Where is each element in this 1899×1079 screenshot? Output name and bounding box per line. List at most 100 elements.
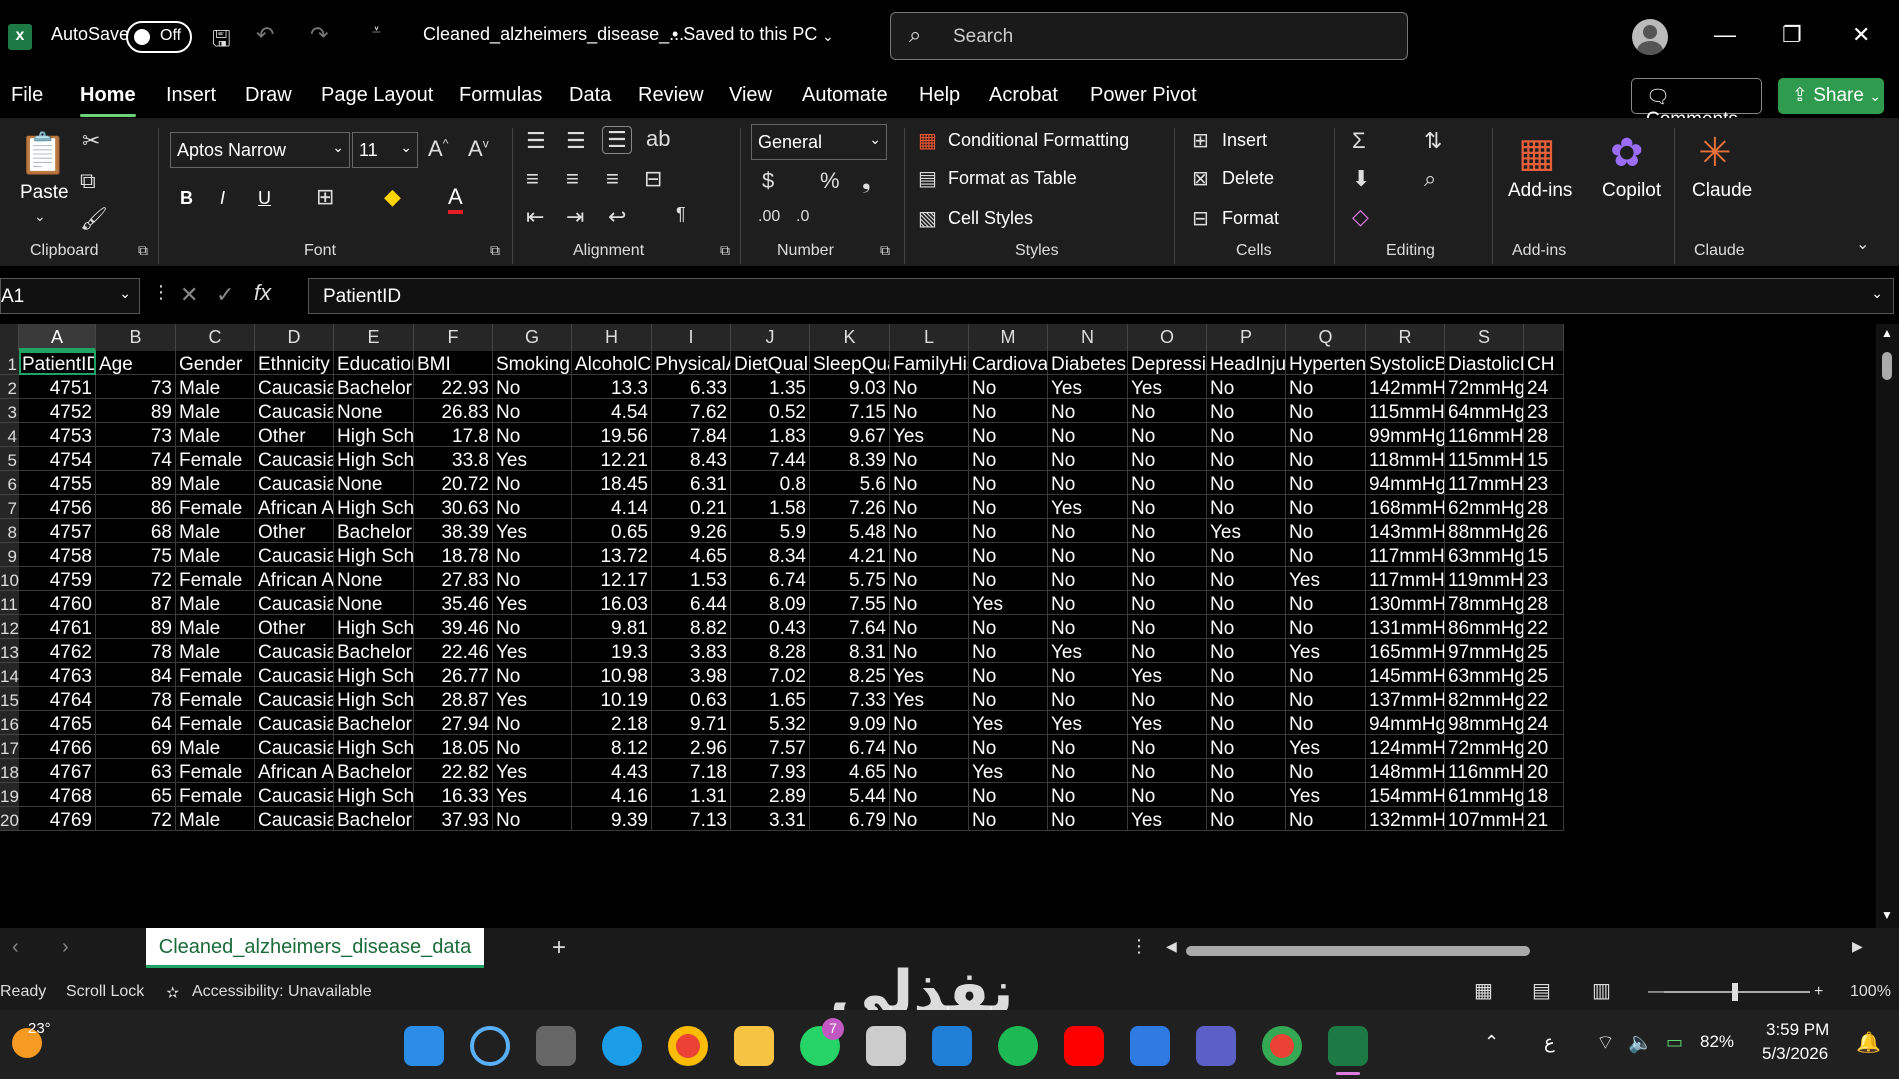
table-cell[interactable]: African Am (255, 495, 334, 519)
table-cell[interactable]: Other (255, 615, 334, 639)
table-cell[interactable]: Yes (1207, 519, 1286, 543)
table-cell[interactable]: No (890, 783, 969, 807)
tab-help[interactable]: Help (919, 84, 960, 107)
table-cell[interactable]: 4758 (19, 543, 96, 567)
table-cell[interactable]: 7.64 (810, 615, 890, 639)
dialog-launcher-icon[interactable]: ⧉ (138, 242, 148, 259)
column-header[interactable]: I (652, 324, 731, 351)
row-header[interactable]: 4 (0, 423, 19, 447)
table-cell[interactable]: No (493, 711, 572, 735)
table-cell[interactable]: No (1286, 687, 1366, 711)
table-cell[interactable]: No (1207, 783, 1286, 807)
table-cell[interactable]: 4753 (19, 423, 96, 447)
header-cell[interactable]: Smoking (493, 351, 572, 375)
table-cell[interactable]: No (969, 495, 1048, 519)
table-cell[interactable]: 27.83 (414, 567, 493, 591)
accessibility-status[interactable]: Accessibility: Unavailable (192, 983, 372, 1001)
scroll-right-icon[interactable]: ▶ (1852, 938, 1863, 955)
table-cell[interactable]: 1.31 (652, 783, 731, 807)
table-cell[interactable]: 6.74 (810, 735, 890, 759)
align-right-icon[interactable]: ≡ (606, 166, 619, 192)
table-cell[interactable]: 154mmHg (1366, 783, 1445, 807)
table-cell[interactable]: 64 (96, 711, 176, 735)
table-cell[interactable]: 145mmHg (1366, 663, 1445, 687)
table-cell[interactable]: 116mmHg (1445, 423, 1524, 447)
table-cell[interactable]: 5.6 (810, 471, 890, 495)
table-cell[interactable]: No (890, 615, 969, 639)
table-cell[interactable]: Male (176, 399, 255, 423)
table-cell[interactable]: No (890, 735, 969, 759)
table-cell[interactable]: 8.43 (652, 447, 731, 471)
table-cell[interactable]: 142mmHg (1366, 375, 1445, 399)
table-cell[interactable]: Caucasian (255, 447, 334, 471)
table-cell[interactable]: 0.63 (652, 687, 731, 711)
table-cell[interactable]: No (1048, 567, 1128, 591)
table-cell[interactable]: 130mmHg (1366, 591, 1445, 615)
table-cell[interactable]: No (493, 615, 572, 639)
delete-cells-button[interactable]: Delete (1222, 168, 1274, 189)
table-cell[interactable]: 20 (1524, 759, 1564, 783)
table-cell[interactable]: 89 (96, 615, 176, 639)
table-cell[interactable]: No (1128, 639, 1207, 663)
table-cell[interactable]: 1.53 (652, 567, 731, 591)
table-cell[interactable]: 88mmHg (1445, 519, 1524, 543)
cell-styles-icon[interactable]: ▧ (918, 206, 937, 231)
table-cell[interactable]: Yes (1286, 783, 1366, 807)
table-cell[interactable]: 131mmHg (1366, 615, 1445, 639)
language-indicator[interactable]: ع (1544, 1032, 1555, 1053)
table-cell[interactable]: 19.3 (572, 639, 652, 663)
column-header[interactable]: E (334, 324, 414, 351)
table-cell[interactable]: Male (176, 543, 255, 567)
column-header[interactable]: J (731, 324, 810, 351)
table-cell[interactable]: No (1207, 807, 1286, 831)
add-ins-button[interactable]: Add-ins (1508, 180, 1572, 202)
row-header[interactable]: 3 (0, 399, 19, 423)
table-cell[interactable]: 64mmHg (1445, 399, 1524, 423)
align-left-icon[interactable]: ≡ (526, 166, 539, 192)
table-cell[interactable]: No (1128, 471, 1207, 495)
table-cell[interactable]: 168mmHg (1366, 495, 1445, 519)
table-cell[interactable]: No (1048, 759, 1128, 783)
table-cell[interactable]: No (1207, 471, 1286, 495)
table-cell[interactable]: Bachelor's (334, 375, 414, 399)
table-cell[interactable]: Female (176, 663, 255, 687)
table-cell[interactable]: Yes (1128, 375, 1207, 399)
table-cell[interactable]: No (969, 567, 1048, 591)
table-cell[interactable]: No (493, 663, 572, 687)
row-header[interactable]: 8 (0, 519, 19, 543)
table-cell[interactable]: 5.75 (810, 567, 890, 591)
cell-styles-button[interactable]: Cell Styles (948, 208, 1033, 229)
column-header[interactable] (1524, 324, 1564, 351)
currency-icon[interactable]: $ (762, 168, 774, 194)
table-cell[interactable]: 82mmHg (1445, 687, 1524, 711)
table-cell[interactable]: 6.31 (652, 471, 731, 495)
column-header[interactable]: Q (1286, 324, 1366, 351)
table-cell[interactable]: 15 (1524, 543, 1564, 567)
merge-center-icon[interactable]: ⊟ (644, 166, 662, 192)
zoom-out-icon[interactable]: — (1648, 983, 1664, 1001)
table-cell[interactable]: 7.02 (731, 663, 810, 687)
column-header[interactable]: N (1048, 324, 1128, 351)
table-cell[interactable]: No (1207, 591, 1286, 615)
page-layout-view-icon[interactable]: ▤ (1532, 978, 1551, 1003)
table-cell[interactable]: 75 (96, 543, 176, 567)
table-cell[interactable]: 9.71 (652, 711, 731, 735)
table-cell[interactable]: 63 (96, 759, 176, 783)
table-cell[interactable]: 119mmHg (1445, 567, 1524, 591)
table-cell[interactable]: 28.87 (414, 687, 493, 711)
table-cell[interactable]: 89 (96, 471, 176, 495)
table-cell[interactable]: No (890, 711, 969, 735)
vertical-scrollbar[interactable]: ▲ ▼ (1876, 324, 1899, 928)
table-cell[interactable]: 0.21 (652, 495, 731, 519)
table-cell[interactable]: 1.58 (731, 495, 810, 519)
table-cell[interactable]: No (969, 543, 1048, 567)
table-cell[interactable]: 3.98 (652, 663, 731, 687)
table-cell[interactable]: 4756 (19, 495, 96, 519)
zoom-level[interactable]: 100% (1850, 983, 1891, 1001)
dialog-launcher-icon[interactable]: ⧉ (720, 242, 730, 259)
italic-button[interactable]: I (220, 188, 225, 209)
table-cell[interactable]: 3.31 (731, 807, 810, 831)
table-cell[interactable]: Caucasian (255, 471, 334, 495)
insert-function-icon[interactable]: fx (254, 280, 271, 306)
table-cell[interactable]: No (890, 471, 969, 495)
